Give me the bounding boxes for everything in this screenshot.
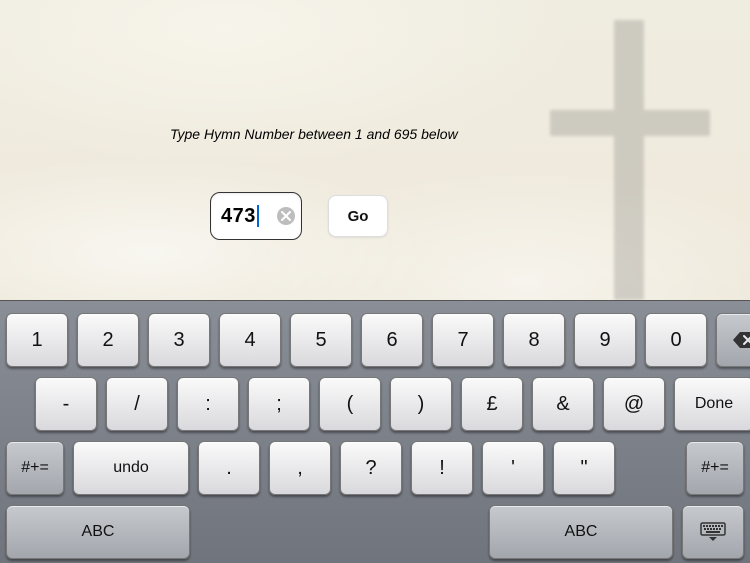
key-2[interactable]: 2 xyxy=(77,313,139,367)
key-semicolon[interactable]: ; xyxy=(248,377,310,431)
key-6[interactable]: 6 xyxy=(361,313,423,367)
key-question[interactable]: ? xyxy=(340,441,402,495)
backspace-icon xyxy=(731,330,750,350)
key-9[interactable]: 9 xyxy=(574,313,636,367)
key-symbols-left[interactable]: #+= xyxy=(6,441,64,495)
hymn-number-value: 473 xyxy=(221,205,256,228)
key-exclaim[interactable]: ! xyxy=(411,441,473,495)
hide-keyboard-icon xyxy=(699,521,727,543)
key-rparen[interactable]: ) xyxy=(390,377,452,431)
key-hide-keyboard[interactable] xyxy=(682,505,744,559)
key-comma[interactable]: , xyxy=(269,441,331,495)
key-7[interactable]: 7 xyxy=(432,313,494,367)
key-4[interactable]: 4 xyxy=(219,313,281,367)
key-pound[interactable]: £ xyxy=(461,377,523,431)
keyboard-row-1: 1 2 3 4 5 6 7 8 9 0 xyxy=(6,313,744,367)
go-button[interactable]: Go xyxy=(328,195,388,237)
key-symbols-right[interactable]: #+= xyxy=(686,441,744,495)
key-slash[interactable]: / xyxy=(106,377,168,431)
key-done[interactable]: Done xyxy=(674,377,750,431)
key-apostrophe[interactable]: ' xyxy=(482,441,544,495)
key-undo[interactable]: undo xyxy=(73,441,189,495)
key-5[interactable]: 5 xyxy=(290,313,352,367)
cross-silhouette xyxy=(550,20,710,300)
key-backspace[interactable] xyxy=(716,313,750,367)
text-cursor xyxy=(257,205,259,227)
key-0[interactable]: 0 xyxy=(645,313,707,367)
key-at[interactable]: @ xyxy=(603,377,665,431)
input-row: 473 Go xyxy=(210,192,388,240)
key-abc-left[interactable]: ABC xyxy=(6,505,190,559)
keyboard-row-3: #+= undo . , ? ! ' " #+= xyxy=(6,441,744,495)
key-abc-right[interactable]: ABC xyxy=(489,505,673,559)
key-colon[interactable]: : xyxy=(177,377,239,431)
key-lparen[interactable]: ( xyxy=(319,377,381,431)
key-quote[interactable]: " xyxy=(553,441,615,495)
keyboard-row-4: ABC ABC xyxy=(6,505,744,559)
prompt-text: Type Hymn Number between 1 and 695 below xyxy=(170,126,458,142)
keyboard-row-2: - / : ; ( ) £ & @ Done xyxy=(6,377,744,431)
key-8[interactable]: 8 xyxy=(503,313,565,367)
key-period[interactable]: . xyxy=(198,441,260,495)
hymn-number-input[interactable]: 473 xyxy=(210,192,302,240)
clear-input-button[interactable] xyxy=(277,207,295,225)
key-1[interactable]: 1 xyxy=(6,313,68,367)
key-3[interactable]: 3 xyxy=(148,313,210,367)
clear-x-icon xyxy=(281,211,291,221)
onscreen-keyboard: 1 2 3 4 5 6 7 8 9 0 - / : ; ( ) £ & @ Do… xyxy=(0,300,750,563)
key-amp[interactable]: & xyxy=(532,377,594,431)
key-dash[interactable]: - xyxy=(35,377,97,431)
